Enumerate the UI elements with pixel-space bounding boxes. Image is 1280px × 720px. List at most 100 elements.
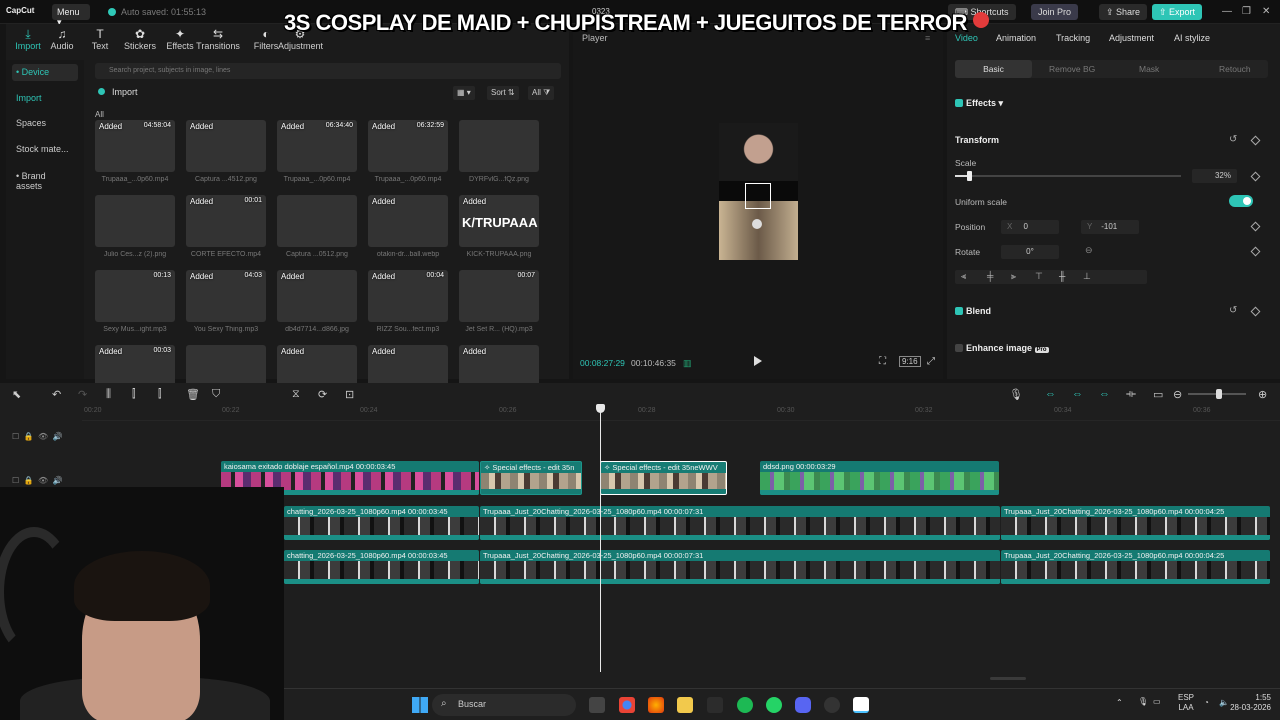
taskbar-search[interactable]: ⌕ Buscar <box>432 694 576 716</box>
firefox-icon[interactable] <box>648 697 664 713</box>
align-left-icon[interactable]: ⫷ <box>961 271 966 282</box>
tab-tracking[interactable]: Tracking <box>1056 33 1090 43</box>
tray-mic-icon[interactable]: 🎙 <box>1138 697 1148 706</box>
enhance-image-section[interactable]: Enhance image Pro <box>955 343 1049 353</box>
track-controls[interactable]: ☐ 🔒 👁 🔊 <box>12 432 63 441</box>
scale-slider-knob[interactable] <box>966 171 972 181</box>
transform-keyframe-icon[interactable] <box>1250 135 1261 146</box>
transform-reset-icon[interactable]: ↺ <box>1229 134 1237 145</box>
marker-icon[interactable]: ⛉ <box>212 388 220 401</box>
tab-ai-stylize[interactable]: AI stylize <box>1174 33 1210 43</box>
whatsapp-icon[interactable] <box>766 697 782 713</box>
media-item[interactable]: Julio Ces...z (2).png <box>95 195 175 258</box>
media-item[interactable]: Added K/TRUPAAA KICK-TRUPAAA.png <box>459 195 539 258</box>
scale-keyframe-icon[interactable] <box>1250 171 1261 182</box>
media-item[interactable]: Added 06:32:59 Trupaaa_...0p60.mp4 <box>368 120 448 183</box>
blend-keyframe-icon[interactable] <box>1250 306 1261 317</box>
uniform-scale-toggle[interactable] <box>1229 195 1253 207</box>
terminal-icon[interactable] <box>707 697 723 713</box>
media-item[interactable]: Added 04:58:04 Trupaaa_...0p60.mp4 <box>95 120 175 183</box>
subtab-basic[interactable]: Basic <box>955 60 1032 78</box>
caption-icon[interactable]: ▭ <box>1153 388 1163 401</box>
zoom-in-icon[interactable]: ⊕ <box>1258 388 1267 401</box>
fullscreen-icon[interactable]: ⤢ <box>927 356 935 367</box>
linkage-icon[interactable]: ⇔ <box>1099 388 1110 400</box>
clip-special-effects-selected[interactable]: ✧ Special effects - edit 35neWWV <box>600 461 727 495</box>
clock[interactable]: 1:55 28-03-2026 <box>1225 693 1271 713</box>
effects-checkbox-icon[interactable] <box>955 99 963 107</box>
effects-section[interactable]: Effects ▾ <box>955 98 1003 109</box>
clip-main-2[interactable]: Trupaaa_Just_20Chatting_2026-03-25_1080p… <box>480 506 1000 540</box>
auto-snap-icon[interactable]: ⇔ <box>1072 388 1083 400</box>
tray-network-icon[interactable]: ▭ <box>1153 697 1161 706</box>
align-middle-icon[interactable]: ╫ <box>1059 271 1065 281</box>
import-button[interactable]: Import <box>98 87 138 97</box>
zoom-slider[interactable] <box>1188 389 1246 399</box>
media-item[interactable]: Added otakin-dr...ball.webp <box>368 195 448 258</box>
scale-value-input[interactable]: 32% <box>1192 169 1237 183</box>
rotate-dial-icon[interactable]: ⊖ <box>1085 245 1093 256</box>
close-icon[interactable]: ✕ <box>1262 6 1270 17</box>
sidenav-device[interactable]: • Device <box>12 64 78 81</box>
undo-icon[interactable]: ↶ <box>52 388 61 401</box>
scale-slider[interactable] <box>955 171 1181 181</box>
video-preview[interactable] <box>719 123 798 260</box>
timeline-scrollbar[interactable] <box>990 677 1026 680</box>
media-item[interactable]: Added db4d7714...d866.jpg <box>277 270 357 333</box>
sidenav-brand-assets[interactable]: • Brand assets <box>12 168 78 191</box>
zoom-slider-knob[interactable] <box>1216 389 1222 399</box>
sidenav-import[interactable]: Import <box>12 90 78 107</box>
clip-main-copy-2[interactable]: Trupaaa_Just_20Chatting_2026-03-25_1080p… <box>480 550 1000 584</box>
subtab-mask[interactable]: Mask <box>1139 64 1159 74</box>
transform-section[interactable]: Transform <box>955 135 999 145</box>
clip-main-1[interactable]: chatting_2026-03-25_1080p60.mp4 00:00:03… <box>284 506 479 540</box>
sort-button[interactable]: Sort ⇅ <box>487 86 519 100</box>
spotify-icon[interactable] <box>737 697 753 713</box>
clip-special-effects[interactable]: ✧ Special effects - edit 35n <box>480 461 582 495</box>
media-item[interactable]: 00:13 Sexy Mus...ight.mp3 <box>95 270 175 333</box>
split-left-icon[interactable]: ⫿ <box>132 388 136 401</box>
align-center-icon[interactable]: ╪ <box>987 271 993 281</box>
media-item[interactable]: 00:07 Jet Set R... (HQ).mp3 <box>459 270 539 333</box>
zoom-out-icon[interactable]: ⊖ <box>1173 388 1182 401</box>
tab-text[interactable]: T Text <box>78 27 122 51</box>
sidenav-spaces[interactable]: Spaces <box>12 115 78 132</box>
chrome-icon[interactable] <box>619 697 635 713</box>
rotate-input[interactable]: 0° <box>1001 245 1059 259</box>
microphone-icon[interactable]: 🎙 <box>1009 388 1023 401</box>
blend-section[interactable]: Blend <box>955 306 991 316</box>
track-controls[interactable]: ☐ 🔒 👁 🔊 <box>12 476 63 485</box>
crop-icon[interactable]: ⊡ <box>345 388 354 401</box>
media-item[interactable]: Added 00:04 RIZZ Sou...fect.mp3 <box>368 270 448 333</box>
clip-main-3[interactable]: Trupaaa_Just_20Chatting_2026-03-25_1080p… <box>1001 506 1270 540</box>
obs-icon[interactable] <box>824 697 840 713</box>
time-ruler[interactable]: 00:20 00:22 00:24 00:26 00:28 00:30 00:3… <box>82 405 1280 421</box>
capcut-taskbar-icon[interactable] <box>853 697 869 713</box>
blend-reset-icon[interactable]: ↺ <box>1229 305 1237 316</box>
blend-checkbox-icon[interactable] <box>955 307 963 315</box>
menu-button[interactable]: Menu ▾ <box>52 4 90 27</box>
windows-start-icon[interactable] <box>412 697 428 713</box>
preview-axis-icon[interactable]: ⟛ <box>1126 388 1136 401</box>
subtab-remove-bg[interactable]: Remove BG <box>1049 64 1095 74</box>
media-item[interactable]: Added 06:34:40 Trupaaa_...0p60.mp4 <box>277 120 357 183</box>
align-right-icon[interactable]: ⫸ <box>1011 271 1016 282</box>
enhance-checkbox-icon[interactable] <box>955 344 963 352</box>
rotate-keyframe-icon[interactable] <box>1250 246 1261 257</box>
media-item[interactable]: DYRFvlG...fQz.png <box>459 120 539 183</box>
file-explorer-icon[interactable] <box>677 697 693 713</box>
tab-animation[interactable]: Animation <box>996 33 1036 43</box>
position-x-input[interactable]: X 0 <box>1001 220 1059 234</box>
clip-main-copy-3[interactable]: Trupaaa_Just_20Chatting_2026-03-25_1080p… <box>1001 550 1270 584</box>
tray-wifi-icon[interactable]: ◔ <box>1204 698 1209 707</box>
main-track-magnet-icon[interactable]: ⇔ <box>1045 388 1056 400</box>
tab-transitions[interactable]: ⇆ Transitions <box>196 27 240 51</box>
media-item[interactable]: Captura ...0512.png <box>277 195 357 258</box>
media-search-input[interactable]: Search project, subjects in image, lines <box>95 63 561 79</box>
share-button[interactable]: ⇪ Share <box>1099 4 1148 20</box>
split-right-icon[interactable]: ⫿ <box>158 388 162 401</box>
task-view-icon[interactable] <box>589 697 605 713</box>
language-indicator[interactable]: ESP LAA <box>1178 693 1194 713</box>
media-item[interactable]: Added 04:03 You Sexy Thing.mp3 <box>186 270 266 333</box>
subtab-retouch[interactable]: Retouch <box>1219 64 1251 74</box>
